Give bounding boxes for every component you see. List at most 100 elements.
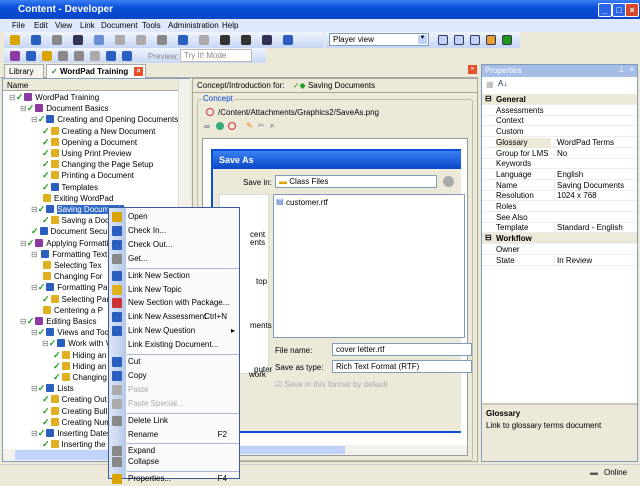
layout-button-icon[interactable] <box>438 35 448 45</box>
close-properties-icon[interactable]: × <box>629 65 634 74</box>
expander-icon[interactable]: ⊟ <box>31 384 38 393</box>
tab-wordpad-training[interactable]: ✓ WordPad Training × <box>46 64 146 78</box>
image-hscrollbar[interactable] <box>203 445 467 455</box>
collapse-icon[interactable]: ⊟ <box>485 233 492 242</box>
tree-item[interactable]: ⊟✓ Inserting Dates <box>31 428 111 439</box>
expander-icon[interactable]: ⊟ <box>31 283 38 292</box>
context-menu-item[interactable]: Link New Assessment Ctrl+N <box>127 311 239 324</box>
tree-item[interactable]: ✓ Changing the Page Setup <box>42 159 153 170</box>
maximize-button[interactable]: □ <box>612 3 626 17</box>
expander-icon[interactable]: ⊟ <box>20 317 27 326</box>
tree-item[interactable]: ⊟✓ Formatting Para <box>31 282 115 293</box>
attachment-path[interactable]: /Content/Attachments/Graphics2/SaveAs.pn… <box>218 108 379 117</box>
context-menu-item[interactable]: Paste <box>127 384 239 397</box>
tree-item[interactable]: ✓ Creating Num <box>42 417 111 428</box>
property-row[interactable]: Glossary WordPad Terms <box>482 137 637 148</box>
context-menu-item[interactable]: New Section with Package... <box>127 297 239 310</box>
insert-button-icon[interactable] <box>90 51 100 61</box>
tab-library[interactable]: Library <box>4 64 44 78</box>
property-row[interactable]: Name Saving Documents <box>482 180 637 191</box>
name-column-header[interactable]: Name <box>3 79 178 91</box>
insert-button-icon[interactable] <box>10 51 20 61</box>
tree-item[interactable]: ⊟✓ Work with Vie <box>42 338 117 349</box>
context-menu-item[interactable]: Link Existing Document... <box>127 339 239 352</box>
menu-document[interactable]: Document <box>101 21 137 30</box>
tree-item[interactable]: ⊟✓ Editing Basics <box>20 316 97 327</box>
unlink-icon[interactable]: ✂ <box>258 121 265 130</box>
close-tab-icon[interactable]: × <box>134 67 143 76</box>
menu-file[interactable]: File <box>12 21 25 30</box>
expander-icon[interactable]: ⊟ <box>42 339 49 348</box>
toolbar-button-icon[interactable] <box>136 35 146 45</box>
expander-icon[interactable]: ⊟ <box>31 250 38 259</box>
layout-button-icon[interactable] <box>454 35 464 45</box>
insert-button-icon[interactable] <box>106 51 116 61</box>
tree-item[interactable]: ⊟✓ Views and Toolba <box>31 327 120 338</box>
context-menu-item[interactable]: Link New Section <box>127 270 239 283</box>
tree-item[interactable]: Centering a P <box>42 305 103 316</box>
expander-icon[interactable]: ⊟ <box>31 205 38 214</box>
tree-item[interactable]: ⊟✓ Creating and Opening Documents <box>31 114 178 125</box>
menu-help[interactable]: Help <box>222 21 238 30</box>
toolbar-button-icon[interactable] <box>115 35 125 45</box>
sort-alpha-icon[interactable]: A↓ <box>498 79 507 88</box>
tree-item[interactable]: ✓ Selecting Par <box>42 294 109 305</box>
context-menu-item[interactable]: Paste Special... <box>127 398 239 411</box>
context-menu-item[interactable]: Link New Question ▸ <box>127 325 239 338</box>
tree-item[interactable]: Exiting WordPad <box>42 193 113 204</box>
tree-item[interactable]: Changing For <box>42 271 102 282</box>
expander-icon[interactable]: ⊟ <box>31 328 38 337</box>
layout-button-icon[interactable] <box>502 35 512 45</box>
property-category[interactable]: ⊟ General <box>482 94 637 105</box>
context-menu-item[interactable]: Cut <box>127 356 239 369</box>
tree-item[interactable]: ✓ Document Securi <box>31 226 112 237</box>
property-row[interactable]: Context <box>482 115 637 127</box>
toolbar-button-icon[interactable] <box>31 35 41 45</box>
minimize-button[interactable]: _ <box>598 3 612 17</box>
insert-button-icon[interactable] <box>42 51 52 61</box>
tree-item[interactable]: ✓ Opening a Document <box>42 137 137 148</box>
property-row[interactable]: Resolution 1024 x 768 <box>482 190 637 202</box>
tree-item[interactable]: ✓ Changing <box>53 372 107 383</box>
menu-administration[interactable]: Administration <box>168 21 219 30</box>
menu-edit[interactable]: Edit <box>34 21 48 30</box>
menu-view[interactable]: View <box>55 21 72 30</box>
property-row[interactable]: See Also <box>482 212 637 223</box>
expander-icon[interactable]: ⊟ <box>31 115 38 124</box>
expander-icon[interactable]: ⊟ <box>20 104 27 113</box>
tree-item[interactable]: ✓ Using Print Preview <box>42 148 131 159</box>
context-menu-item[interactable]: Rename F2 <box>127 429 239 442</box>
toolbar-button-icon[interactable] <box>178 35 188 45</box>
property-row[interactable]: Assessments <box>482 105 637 116</box>
close-document-icon[interactable]: × <box>468 65 477 74</box>
insert-button-icon[interactable] <box>122 51 132 61</box>
insert-button-icon[interactable] <box>74 51 84 61</box>
property-value[interactable]: No <box>554 148 637 158</box>
property-category[interactable]: ⊟ Workflow <box>482 233 637 245</box>
property-row[interactable]: Language English <box>482 169 637 180</box>
concept-document-name[interactable]: Saving Documents <box>308 81 375 90</box>
context-menu-item[interactable]: Get... <box>127 253 239 266</box>
tree-item[interactable]: ⊟✓ Document Basics <box>20 103 109 114</box>
categorized-icon[interactable]: ▦ <box>486 80 494 89</box>
property-row[interactable]: Keywords <box>482 158 637 170</box>
tree-item[interactable]: ✓ Hiding an <box>53 350 106 361</box>
tree-item[interactable]: ⊟✓ Applying Formatting <box>20 238 117 249</box>
tree-item[interactable]: ✓ Creating a New Document <box>42 126 155 137</box>
tree-item[interactable]: ✓ Inserting the <box>42 439 106 450</box>
property-row[interactable]: Group for LMS No <box>482 148 637 159</box>
tree-item[interactable]: ⊟✓ Lists <box>31 383 74 394</box>
tree-item[interactable]: Selecting Tex <box>42 260 101 271</box>
view-select[interactable]: Player view ▼ <box>329 33 429 46</box>
property-value[interactable]: WordPad Terms <box>554 137 637 147</box>
property-value[interactable]: Standard - English <box>554 223 637 233</box>
property-row[interactable]: Owner <box>482 244 637 255</box>
expander-icon[interactable]: ⊟ <box>31 429 38 438</box>
context-menu-item[interactable]: Copy <box>127 370 239 383</box>
property-value[interactable]: 1024 x 768 <box>554 191 637 201</box>
layout-button-icon[interactable] <box>470 35 480 45</box>
toolbar-button-icon[interactable] <box>52 35 62 45</box>
expander-icon[interactable]: ⊟ <box>20 239 27 248</box>
context-menu-item[interactable]: Check In... <box>127 225 239 238</box>
toolbar-button-icon[interactable] <box>94 35 104 45</box>
